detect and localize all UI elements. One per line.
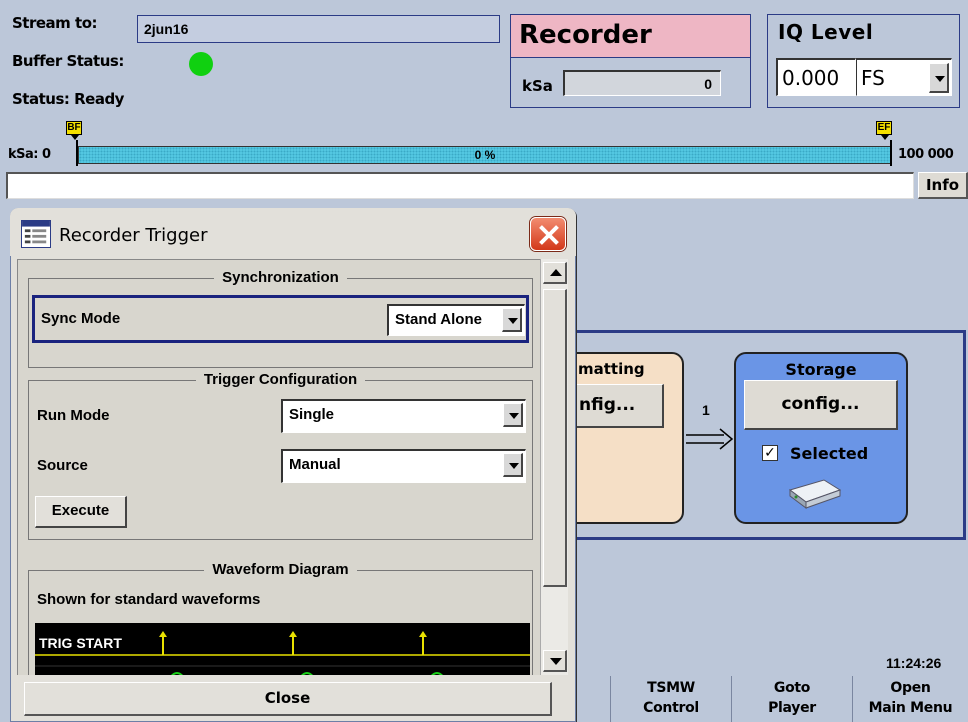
softkey-line: TSMW: [647, 680, 695, 696]
run-mode-label: Run Mode: [37, 407, 110, 424]
ksa-label: kSa: [522, 77, 553, 95]
softkey-line: Player: [768, 700, 816, 716]
trigger-configuration-title: Trigger Configuration: [195, 371, 366, 388]
connection-count: 1: [702, 402, 710, 418]
scrollbar-thumb[interactable]: [543, 289, 567, 587]
storage-selected-label: Selected: [790, 444, 869, 463]
connection-arrow-icon: [686, 428, 734, 450]
trigger-waveform-icon: [35, 631, 530, 675]
run-mode-value: Single: [289, 406, 335, 423]
bar-right-stop: [890, 140, 892, 166]
sync-mode-select[interactable]: Stand Alone: [387, 304, 525, 336]
execute-button[interactable]: Execute: [35, 496, 127, 528]
run-mode-select[interactable]: Single: [281, 399, 526, 433]
group-title: Synchronization: [29, 269, 532, 286]
buffer-progress-bar: 0 %: [78, 146, 892, 164]
source-label: Source: [37, 457, 88, 474]
group-title: Trigger Configuration: [29, 371, 532, 388]
stream-to-label: Stream to:: [12, 14, 98, 32]
chevron-down-icon[interactable]: [503, 453, 523, 477]
progress-end-label: 100 000: [898, 147, 954, 162]
storage-selected-checkbox[interactable]: ✓: [762, 445, 778, 461]
begin-marker: BF: [66, 121, 82, 140]
iq-level-title: IQ Level: [778, 20, 874, 44]
scroll-down-icon[interactable]: [543, 650, 567, 672]
stream-to-field[interactable]: 2jun16: [137, 15, 500, 43]
softkey-open-main-menu[interactable]: Open Main Menu: [852, 676, 968, 722]
close-button[interactable]: Close: [24, 682, 552, 716]
info-button[interactable]: Info: [918, 172, 968, 199]
buffer-status-label: Buffer Status:: [12, 52, 124, 70]
window-icon: [21, 220, 51, 248]
iq-level-unit-label: FS: [861, 66, 885, 90]
storage-config-button[interactable]: config...: [744, 380, 898, 430]
synchronization-title: Synchronization: [214, 269, 347, 286]
sync-mode-value: Stand Alone: [395, 311, 482, 328]
dialog-scrollbar[interactable]: [540, 259, 568, 675]
softkey-line: Goto: [773, 680, 811, 696]
chevron-down-icon[interactable]: [503, 403, 523, 427]
sync-mode-row: Sync Mode Stand Alone: [32, 295, 529, 343]
source-value: Manual: [289, 456, 341, 473]
scroll-up-icon[interactable]: [543, 262, 567, 284]
storage-title: Storage: [785, 360, 857, 379]
chevron-down-icon[interactable]: [502, 308, 522, 332]
waveform-diagram-title: Waveform Diagram: [204, 561, 357, 578]
close-icon[interactable]: [530, 217, 566, 251]
iq-level-unit-select[interactable]: FS: [856, 58, 952, 96]
softkey-line: Open: [890, 680, 931, 696]
softkey-tsmw-control[interactable]: TSMW Control: [610, 676, 731, 722]
clock: 11:24:26: [886, 655, 942, 671]
info-message-field[interactable]: [6, 172, 914, 199]
recorder-title: Recorder: [510, 14, 751, 58]
dialog-title: Recorder Trigger: [59, 225, 208, 246]
synchronization-group: Synchronization Sync Mode Stand Alone: [28, 269, 533, 368]
iq-level-value: 0.000: [776, 58, 856, 96]
end-marker: EF: [876, 121, 892, 140]
buffer-status-led-icon: [189, 52, 213, 76]
softkey-line: Control: [643, 700, 699, 716]
hard-drive-icon: [788, 479, 842, 509]
sync-mode-label: Sync Mode: [41, 310, 121, 327]
progress-start-label: kSa: 0: [8, 147, 51, 162]
dialog-content: Synchronization Sync Mode Stand Alone Tr…: [17, 259, 540, 675]
trigger-configuration-group: Trigger Configuration Run Mode Single So…: [28, 371, 533, 540]
status-text: Status: Ready: [12, 90, 124, 108]
ksa-counter: 0: [563, 70, 721, 96]
chevron-down-icon[interactable]: [929, 63, 949, 93]
softkey-goto-player[interactable]: Goto Player: [731, 676, 852, 722]
formatting-title: matting: [578, 360, 645, 378]
softkey-line: Main Menu: [868, 700, 953, 716]
source-select[interactable]: Manual: [281, 449, 526, 483]
waveform-diagram-group: Waveform Diagram Shown for standard wave…: [28, 561, 533, 675]
waveform-subtitle: Shown for standard waveforms: [37, 591, 261, 608]
group-title: Waveform Diagram: [29, 561, 532, 578]
waveform-diagram: TRIG START: [35, 623, 530, 675]
